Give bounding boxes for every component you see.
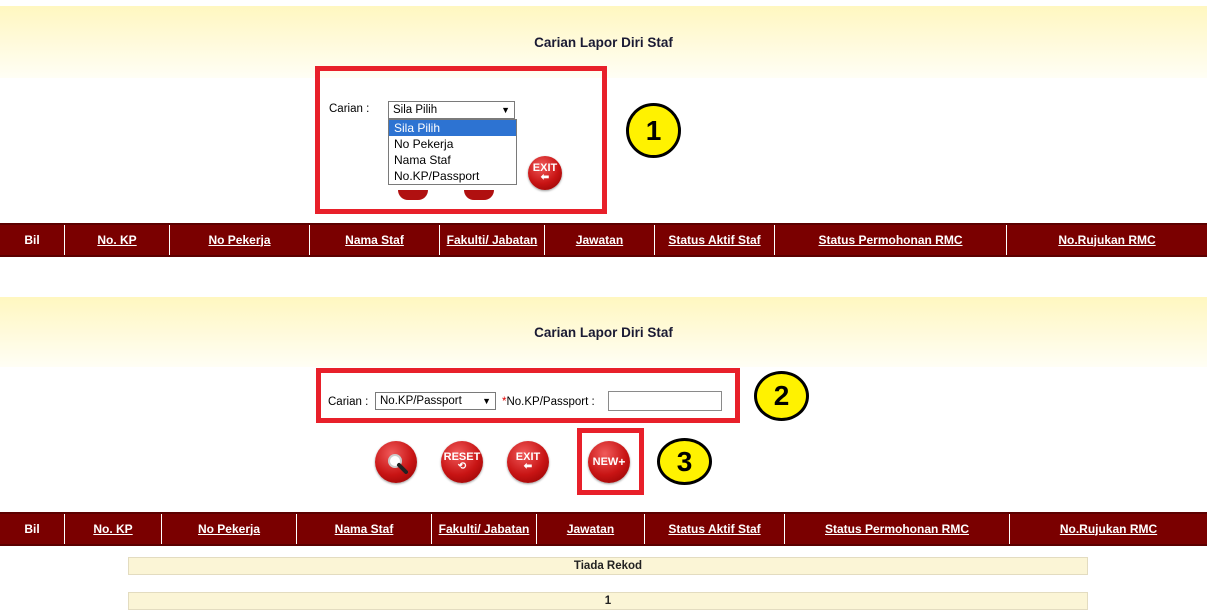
option-no-kp-passport[interactable]: No.KP/Passport [389,168,516,184]
col-bil: Bil [0,225,65,255]
col-no-rujukan[interactable]: No.Rujukan RMC [1010,514,1207,544]
col-no-pekerja[interactable]: No Pekerja [162,514,297,544]
col-status-permohonan[interactable]: Status Permohonan RMC [785,514,1010,544]
carian-dropdown-list: Sila Pilih No Pekerja Nama Staf No.KP/Pa… [388,119,517,185]
col-nama-staf[interactable]: Nama Staf [297,514,432,544]
col-no-kp[interactable]: No. KP [65,514,162,544]
col-no-rujukan[interactable]: No.Rujukan RMC [1007,225,1207,255]
col-no-kp[interactable]: No. KP [65,225,170,255]
kp-passport-input[interactable] [608,391,722,411]
page-banner-bottom: Carian Lapor Diri Staf [0,297,1207,367]
option-sila-pilih[interactable]: Sila Pilih [389,120,516,136]
carian-select-bottom[interactable]: No.KP/Passport ▼ [375,392,496,410]
col-status-aktif[interactable]: Status Aktif Staf [645,514,785,544]
table-header-top: Bil No. KP No Pekerja Nama Staf Fakulti/… [0,223,1207,257]
step-badge-1: 1 [626,103,681,158]
kp-label-text: No.KP/Passport : [506,396,595,408]
exit-button[interactable]: EXIT ⬅ [507,441,549,483]
col-nama-staf[interactable]: Nama Staf [310,225,440,255]
col-jawatan[interactable]: Jawatan [545,225,655,255]
exit-button-top[interactable]: EXIT ⬅ [528,156,562,190]
select-value: Sila Pilih [393,104,438,116]
kp-field-label: *No.KP/Passport : [502,396,595,408]
carian-label-bottom: Carian : [328,396,369,408]
col-fakulti-jabatan[interactable]: Fakulti/ Jabatan [432,514,537,544]
reset-icon: ⟲ [457,461,467,472]
new-label-wrap: NEW + [592,455,626,469]
arrow-left-icon: ⬅ [540,172,550,183]
arrow-left-icon: ⬅ [523,461,533,472]
col-status-permohonan[interactable]: Status Permohonan RMC [775,225,1007,255]
page-title-bottom: Carian Lapor Diri Staf [534,324,673,340]
col-no-pekerja[interactable]: No Pekerja [170,225,310,255]
plus-icon: + [618,455,626,469]
search-icon [386,452,408,474]
search-button[interactable] [375,441,417,483]
col-bil: Bil [0,514,65,544]
chevron-down-icon: ▼ [482,396,491,406]
col-status-aktif[interactable]: Status Aktif Staf [655,225,775,255]
page-title: Carian Lapor Diri Staf [534,34,673,50]
new-button[interactable]: NEW + [588,441,630,483]
empty-results-row: Tiada Rekod [128,557,1088,575]
pagination-page[interactable]: 1 [128,592,1088,610]
carian-label: Carian : [329,103,370,115]
chevron-down-icon: ▼ [501,105,510,115]
option-nama-staf[interactable]: Nama Staf [389,152,516,168]
col-fakulti-jabatan[interactable]: Fakulti/ Jabatan [440,225,545,255]
step-badge-2: 2 [754,371,809,421]
col-jawatan[interactable]: Jawatan [537,514,645,544]
option-no-pekerja[interactable]: No Pekerja [389,136,516,152]
new-label: NEW [592,456,619,468]
select-value-bottom: No.KP/Passport [380,395,462,407]
table-header-bottom: Bil No. KP No Pekerja Nama Staf Fakulti/… [0,512,1207,546]
reset-button[interactable]: RESET ⟲ [441,441,483,483]
step-badge-3: 3 [657,438,712,485]
carian-select[interactable]: Sila Pilih ▼ [388,101,515,119]
